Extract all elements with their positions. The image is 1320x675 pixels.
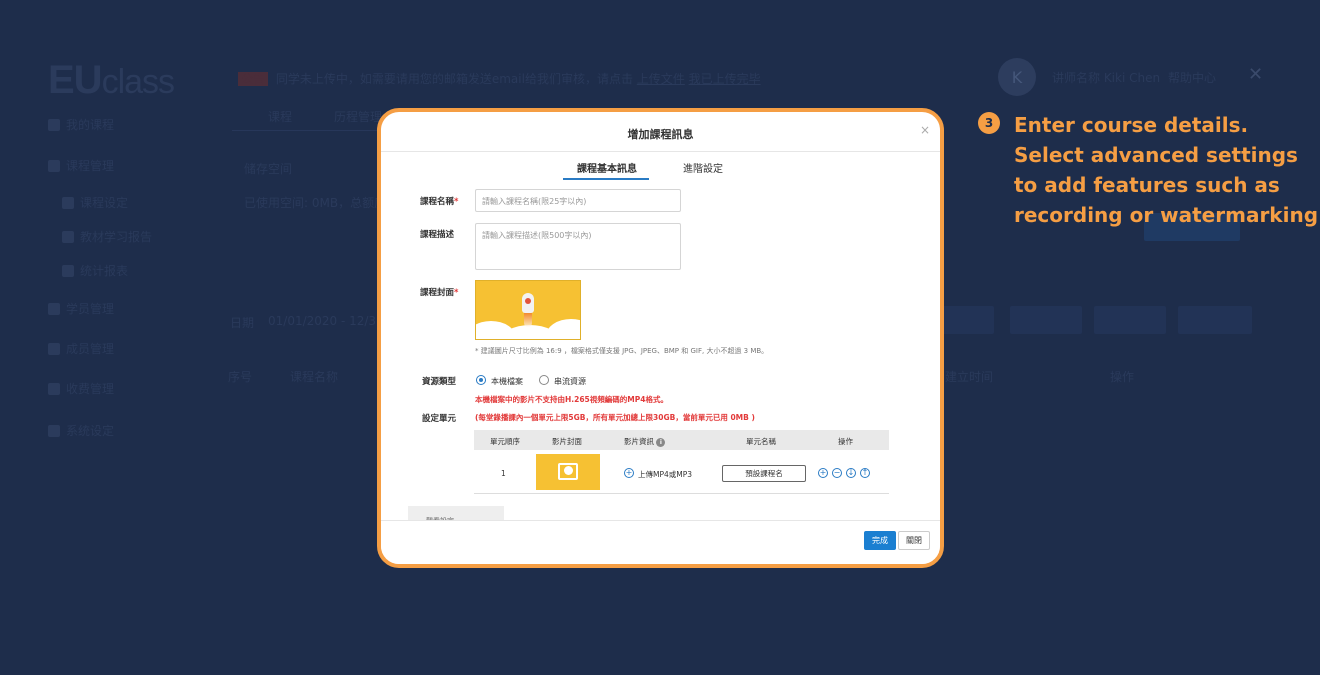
search-button[interactable] xyxy=(940,306,994,334)
unit-order: 1 xyxy=(501,469,506,478)
column-header: 课程名称 xyxy=(290,370,339,384)
course-name-label: 課程名稱* xyxy=(420,197,459,207)
radio-local-file[interactable] xyxy=(476,375,486,385)
move-down-icon[interactable]: ↓ xyxy=(846,468,856,478)
radio-stream-resource[interactable] xyxy=(539,375,549,385)
student-icon xyxy=(48,302,60,315)
close-icon[interactable]: × xyxy=(920,123,930,137)
user-icon xyxy=(48,342,60,355)
upload-media-link[interactable]: 上傳MP4或MP3 xyxy=(638,469,692,480)
column-header: 操作 xyxy=(1110,370,1135,384)
column-header: 建立时间 xyxy=(945,370,994,384)
sidebar-item-learning-report[interactable]: 教材学习报告 xyxy=(62,228,152,245)
course-name-input[interactable]: 請輸入課程名稱(限25字以內) xyxy=(475,189,681,212)
sidebar-item-statistics[interactable]: 统计报表 xyxy=(62,262,128,279)
billing-icon xyxy=(48,382,60,395)
play-icon xyxy=(564,466,573,475)
dialog-header: 增加課程訊息 × xyxy=(381,112,940,152)
dialog-tabs: 課程基本訊息 進階設定 xyxy=(381,152,940,182)
sidebar-item-system[interactable]: 系统设定 xyxy=(48,422,114,439)
lock-icon xyxy=(48,424,60,437)
sidebar-item-members[interactable]: 成员管理 xyxy=(48,340,114,357)
local-file-label[interactable]: 本機檔案 xyxy=(491,376,523,387)
add-upload-icon[interactable]: + xyxy=(624,468,634,478)
storage-usage: 已使用空间: 0MB，总额度 xyxy=(244,196,387,210)
rocket-flame xyxy=(524,313,532,327)
stream-resource-label[interactable]: 串流資源 xyxy=(554,376,586,387)
export-button[interactable] xyxy=(1010,306,1082,334)
cover-hint: * 建議圖片尺寸比例為 16:9 ，檔案格式僅支援 JPG、JPEG、BMP 和… xyxy=(475,347,769,355)
move-up-icon[interactable]: ↑ xyxy=(860,468,870,478)
sidebar-item-course-settings[interactable]: 课程设定 xyxy=(62,194,128,211)
tab-course[interactable]: 课程 xyxy=(268,108,292,125)
add-course-dialog: 增加課程訊息 × 課程基本訊息 進階設定 課程名稱* 請輸入課程名稱(限25字以… xyxy=(377,108,944,568)
instruction-line: to add features such as xyxy=(1014,173,1280,197)
sidebar-item-students[interactable]: 学员管理 xyxy=(48,300,114,317)
storage-label: 储存空间 xyxy=(244,162,293,176)
settings-icon xyxy=(62,196,74,209)
close-button[interactable]: 關閉 xyxy=(898,531,930,550)
column-header: 序号 xyxy=(228,370,253,384)
tab-advanced-settings[interactable]: 進階設定 xyxy=(683,160,723,175)
avatar[interactable]: K xyxy=(998,58,1036,96)
dialog-footer: 完成 關閉 xyxy=(381,520,940,564)
chart-icon xyxy=(62,264,74,277)
resource-type-label: 資源類型 xyxy=(422,377,457,387)
cloud-shape xyxy=(546,319,580,339)
table-row: 1 + 上傳MP4或MP3 預設課程名 + − ↓ ↑ xyxy=(474,450,889,494)
upload-done-link[interactable]: 我已上传完毕 xyxy=(689,72,761,86)
header-cover: 影片封面 xyxy=(552,437,582,446)
instruction-line: Select advanced settings xyxy=(1014,143,1298,167)
format-warning: 本機檔案中的影片不支持由H.265視頻編碼的MP4格式。 xyxy=(475,395,668,404)
date-label: 日期 xyxy=(230,316,255,330)
instruction-note: Enter course details. Select advanced se… xyxy=(1014,110,1320,230)
active-tab-indicator xyxy=(563,178,649,180)
add-unit-icon[interactable]: + xyxy=(818,468,828,478)
close-icon[interactable]: ✕ xyxy=(1248,64,1263,85)
folder-icon xyxy=(48,159,60,172)
announcement-tag: 公告 xyxy=(238,72,269,86)
report-icon xyxy=(62,230,74,243)
more-button[interactable] xyxy=(1178,306,1252,334)
header-info: 影片資訊 i xyxy=(624,436,666,447)
header-unit-name: 單元名稱 xyxy=(746,437,776,446)
header-actions: 操作 xyxy=(838,437,853,446)
sidebar-item-course-management[interactable]: 课程管理 xyxy=(48,157,114,174)
units-table-header: 單元順序 影片封面 影片資訊 i 單元名稱 操作 xyxy=(474,430,889,450)
course-icon xyxy=(48,118,60,131)
course-cover-image[interactable] xyxy=(475,280,581,340)
sidebar-item-my-courses[interactable]: 我的课程 xyxy=(48,116,114,133)
instruction-line: Enter course details. xyxy=(1014,113,1249,137)
announcement-text: 同学未上传中，如需要请用您的邮箱发送email给我们审核，请点击 xyxy=(275,72,633,86)
rocket-window xyxy=(525,298,531,304)
tab-divider xyxy=(232,130,382,131)
quota-note: (每堂錄播課內一個單元上限5GB，所有單元加總上限30GB，當前單元已用 0MB… xyxy=(475,413,755,422)
preset-name-button[interactable]: 預設課程名 xyxy=(722,465,806,482)
eu-class-logo: EUclass xyxy=(48,58,175,102)
user-name[interactable]: 讲师名称 Kiki Chen xyxy=(1052,69,1160,86)
remove-unit-icon[interactable]: − xyxy=(832,468,842,478)
dialog-title: 增加課程訊息 xyxy=(627,128,694,141)
units-label: 設定單元 xyxy=(422,414,457,424)
done-button[interactable]: 完成 xyxy=(864,531,896,550)
course-description-textarea[interactable]: 請輸入課程描述(限500字以內) xyxy=(475,223,681,270)
batch-button[interactable] xyxy=(1094,306,1166,334)
help-center-link[interactable]: 帮助中心 xyxy=(1168,69,1216,86)
tab-basic-info[interactable]: 課程基本訊息 xyxy=(577,160,637,175)
step-badge: 3 xyxy=(978,112,1000,134)
video-thumbnail[interactable] xyxy=(536,454,600,490)
instruction-line: recording or watermarking. xyxy=(1014,203,1320,227)
tab-history[interactable]: 历程管理 xyxy=(334,108,382,125)
header-order: 單元順序 xyxy=(490,437,520,446)
announcement-bar: 公告 同学未上传中，如需要请用您的邮箱发送email给我们审核，请点击 上传文件… xyxy=(238,70,761,87)
info-icon[interactable]: i xyxy=(656,437,666,447)
upload-file-link[interactable]: 上传文件 xyxy=(637,72,685,86)
sidebar-item-billing[interactable]: 收费管理 xyxy=(48,380,114,397)
course-description-label: 課程描述 xyxy=(420,230,455,240)
course-cover-label: 課程封面* xyxy=(420,288,459,298)
